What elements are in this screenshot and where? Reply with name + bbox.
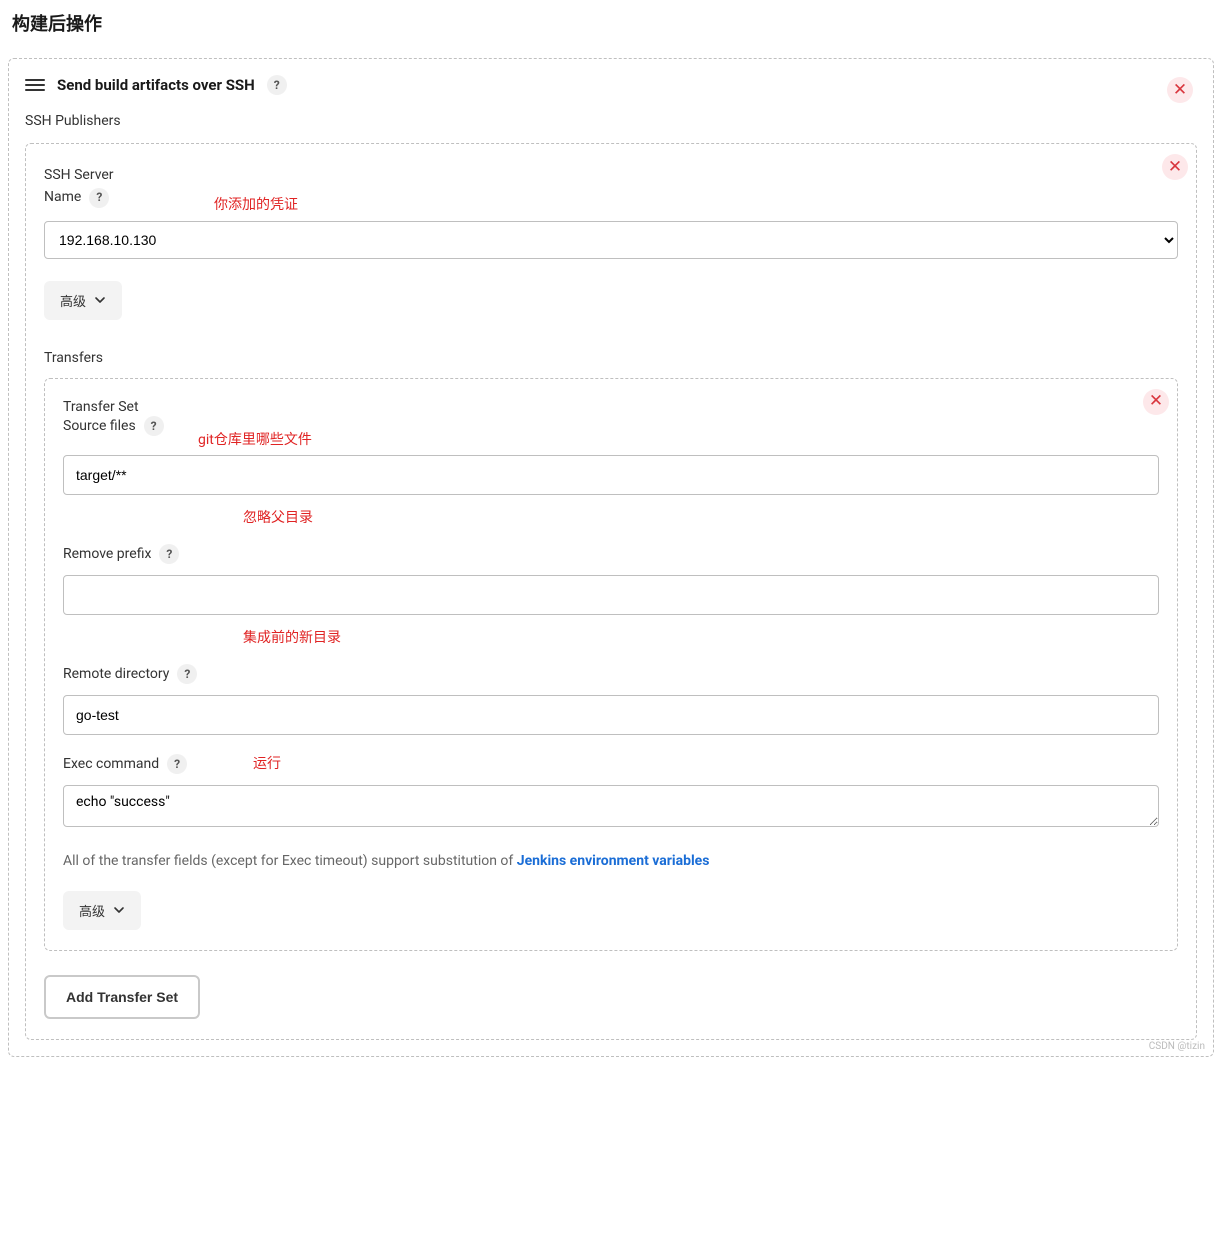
source-files-input[interactable] — [63, 455, 1159, 495]
close-icon[interactable]: ✕ — [1143, 389, 1169, 415]
close-icon[interactable]: ✕ — [1162, 154, 1188, 180]
section-title: Send build artifacts over SSH — [57, 76, 255, 94]
post-build-action-box: Send build artifacts over SSH ? ✕ SSH Pu… — [8, 58, 1214, 1057]
drag-handle-icon[interactable] — [25, 79, 45, 91]
help-icon[interactable]: ? — [177, 664, 197, 684]
chevron-down-icon — [113, 904, 125, 916]
info-text: All of the transfer fields (except for E… — [63, 853, 1159, 869]
remote-directory-label: Remote directory — [63, 666, 169, 682]
help-icon[interactable]: ? — [144, 416, 164, 436]
ssh-server-box: ✕ SSH Server Name ? 你添加的凭证 192.168.10.13… — [25, 143, 1197, 1040]
help-icon[interactable]: ? — [159, 544, 179, 564]
transfers-label: Transfers — [44, 350, 1178, 366]
help-icon[interactable]: ? — [267, 75, 287, 95]
transfer-set-label: Transfer Set — [63, 399, 139, 415]
note-exec-command: 运行 — [253, 753, 281, 773]
note-source-files: git仓库里哪些文件 — [198, 429, 312, 449]
ssh-server-group-label: SSH Server — [44, 164, 114, 186]
help-icon[interactable]: ? — [167, 754, 187, 774]
source-files-label: Source files — [63, 418, 136, 434]
add-transfer-set-button[interactable]: Add Transfer Set — [44, 975, 200, 1019]
page-title: 构建后操作 — [8, 10, 1214, 36]
remove-prefix-input[interactable] — [63, 575, 1159, 615]
close-icon[interactable]: ✕ — [1167, 77, 1193, 103]
exec-command-label: Exec command — [63, 756, 159, 772]
advanced-button[interactable]: 高级 — [63, 891, 141, 930]
name-label: Name — [44, 186, 81, 208]
advanced-label: 高级 — [60, 291, 86, 310]
note-remote-directory: 集成前的新目录 — [243, 627, 341, 647]
advanced-label: 高级 — [79, 901, 105, 920]
note-credentials: 你添加的凭证 — [214, 194, 298, 216]
remove-prefix-label: Remove prefix — [63, 546, 151, 562]
help-icon[interactable]: ? — [89, 188, 109, 208]
advanced-button[interactable]: 高级 — [44, 281, 122, 320]
publishers-label: SSH Publishers — [25, 113, 1197, 129]
transfer-set-box: ✕ Transfer Set Source files ? git仓库里哪些文件… — [44, 378, 1178, 951]
watermark: CSDN @tizin — [1149, 1041, 1205, 1052]
exec-command-input[interactable]: echo "success" — [63, 785, 1159, 827]
env-vars-link[interactable]: Jenkins environment variables — [517, 853, 710, 869]
chevron-down-icon — [94, 294, 106, 306]
remote-directory-input[interactable] — [63, 695, 1159, 735]
note-remove-prefix: 忽略父目录 — [243, 507, 313, 527]
section-header: Send build artifacts over SSH ? ✕ — [25, 75, 1197, 95]
ssh-server-select[interactable]: 192.168.10.130 — [44, 221, 1178, 259]
